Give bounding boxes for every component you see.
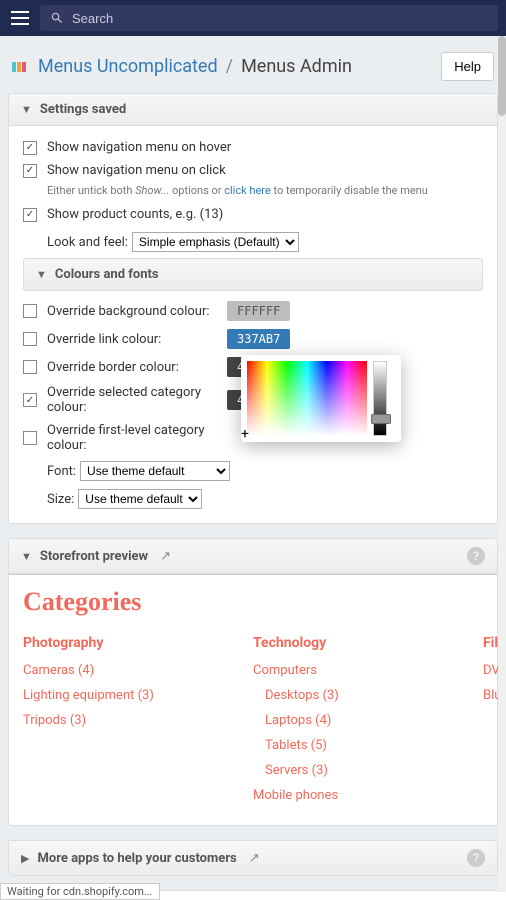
setting-click-row: Show navigation menu on click (23, 159, 483, 182)
cat-link[interactable]: Tripods (3) (23, 713, 233, 728)
cat-link[interactable]: Desktops (3) (253, 688, 463, 703)
swatch-link[interactable]: 337AB7 (227, 329, 290, 349)
settings-title: Settings saved (40, 102, 126, 117)
hamburger-icon[interactable] (8, 6, 32, 30)
checkbox-firstlevel-colour[interactable] (23, 431, 37, 445)
color-picker[interactable]: + (241, 355, 401, 442)
crosshair-icon: + (241, 426, 249, 442)
cat-link[interactable]: Servers (3) (253, 763, 463, 778)
help-button[interactable]: Help (441, 52, 494, 81)
preview-body: Categories Photography Cameras (4) Light… (9, 574, 497, 825)
cat-link[interactable]: Laptops (4) (253, 713, 463, 728)
look-feel-row: Look and feel: Simple emphasis (Default) (23, 232, 483, 252)
label-counts: Show product counts, e.g. (13) (47, 207, 223, 222)
help-icon[interactable]: ? (467, 547, 485, 565)
breadcrumb-separator: / (226, 56, 233, 77)
checkbox-bg-colour[interactable] (23, 304, 37, 318)
settings-panel-header[interactable]: ▼ Settings saved (9, 94, 497, 126)
more-apps-title: More apps to help your customers (37, 851, 236, 866)
font-row: Font: Use theme default (23, 457, 483, 485)
checkbox-click[interactable] (23, 164, 37, 178)
cat-head-photography[interactable]: Photography (23, 635, 233, 651)
slider-handle[interactable] (371, 414, 391, 424)
scrollbar[interactable] (498, 36, 506, 892)
settings-hint: Either untick both Show... options or cl… (23, 184, 483, 197)
search-field[interactable] (40, 5, 498, 31)
cat-link[interactable]: Mobile phones (253, 788, 463, 803)
settings-panel: ▼ Settings saved Show navigation menu on… (8, 93, 498, 524)
checkbox-counts[interactable] (23, 208, 37, 222)
chevron-down-icon: ▼ (36, 268, 47, 281)
breadcrumb-app-link[interactable]: Menus Uncomplicated (38, 56, 218, 77)
disable-menu-link[interactable]: click here (224, 184, 271, 197)
content-area: Menus Uncomplicated / Menus Admin Help ▼… (0, 36, 506, 892)
help-icon[interactable]: ? (467, 849, 485, 867)
colour-gradient[interactable]: + (247, 361, 367, 436)
breadcrumb: Menus Uncomplicated / Menus Admin Help (8, 44, 498, 93)
cat-link[interactable]: Cameras (4) (23, 663, 233, 678)
chevron-down-icon: ▼ (21, 550, 32, 563)
font-label: Font: (47, 464, 76, 479)
cat-link[interactable]: Tablets (5) (253, 738, 463, 753)
look-feel-label: Look and feel: (47, 235, 128, 250)
more-apps-panel: ▶ More apps to help your customers ↗ ? (8, 840, 498, 876)
colours-section-header[interactable]: ▼ Colours and fonts (23, 258, 483, 291)
label-hover: Show navigation menu on hover (47, 140, 231, 155)
scrollbar-thumb[interactable] (498, 36, 506, 116)
label-link-colour: Override link colour: (47, 332, 227, 347)
checkbox-selected-colour[interactable] (23, 393, 37, 407)
cat-link[interactable]: Computers (253, 663, 463, 678)
colours-title: Colours and fonts (55, 267, 159, 282)
label-firstlevel-colour: Override first-level category colour: (47, 423, 227, 453)
size-select[interactable]: Use theme default (78, 489, 202, 509)
category-col-technology: Technology Computers Desktops (3) Laptop… (253, 635, 463, 813)
preview-panel-header[interactable]: ▼ Storefront preview ↗ ? (9, 539, 497, 574)
label-click: Show navigation menu on click (47, 163, 226, 178)
external-link-icon[interactable]: ↗ (249, 851, 260, 866)
categories-heading: Categories (23, 587, 483, 617)
cat-link[interactable]: Lighting equipment (3) (23, 688, 233, 703)
preview-panel: ▼ Storefront preview ↗ ? Categories Phot… (8, 538, 498, 826)
font-select[interactable]: Use theme default (80, 461, 230, 481)
swatch-bg[interactable]: FFFFFF (227, 301, 290, 321)
checkbox-border-colour[interactable] (23, 360, 37, 374)
label-border-colour: Override border colour: (47, 360, 227, 375)
label-selected-colour: Override selected category colour: (47, 385, 227, 415)
chevron-down-icon: ▼ (21, 103, 32, 116)
setting-counts-row: Show product counts, e.g. (13) (23, 203, 483, 226)
colour-row-bg: Override background colour: FFFFFF (23, 297, 483, 325)
size-row: Size: Use theme default (23, 485, 483, 513)
category-col-photography: Photography Cameras (4) Lighting equipme… (23, 635, 233, 813)
categories-columns: Photography Cameras (4) Lighting equipme… (23, 635, 483, 813)
checkbox-hover[interactable] (23, 141, 37, 155)
look-feel-select[interactable]: Simple emphasis (Default) (132, 232, 299, 252)
chevron-right-icon: ▶ (21, 852, 29, 865)
settings-body: Show navigation menu on hover Show navig… (9, 126, 497, 523)
label-bg-colour: Override background colour: (47, 304, 227, 319)
breadcrumb-current: Menus Admin (241, 56, 352, 77)
search-icon (50, 11, 64, 25)
lightness-slider[interactable] (373, 361, 387, 436)
setting-hover-row: Show navigation menu on hover (23, 136, 483, 159)
colour-row-link: Override link colour: 337AB7 (23, 325, 483, 353)
cat-head-technology[interactable]: Technology (253, 635, 463, 651)
search-input[interactable] (72, 11, 488, 26)
top-bar (0, 0, 506, 36)
app-icon (12, 61, 30, 73)
checkbox-link-colour[interactable] (23, 332, 37, 346)
more-apps-header[interactable]: ▶ More apps to help your customers ↗ ? (9, 841, 497, 875)
size-label: Size: (47, 492, 74, 507)
external-link-icon[interactable]: ↗ (160, 549, 171, 564)
preview-title: Storefront preview (40, 549, 148, 564)
status-bar: Waiting for cdn.shopify.com... (0, 883, 160, 900)
